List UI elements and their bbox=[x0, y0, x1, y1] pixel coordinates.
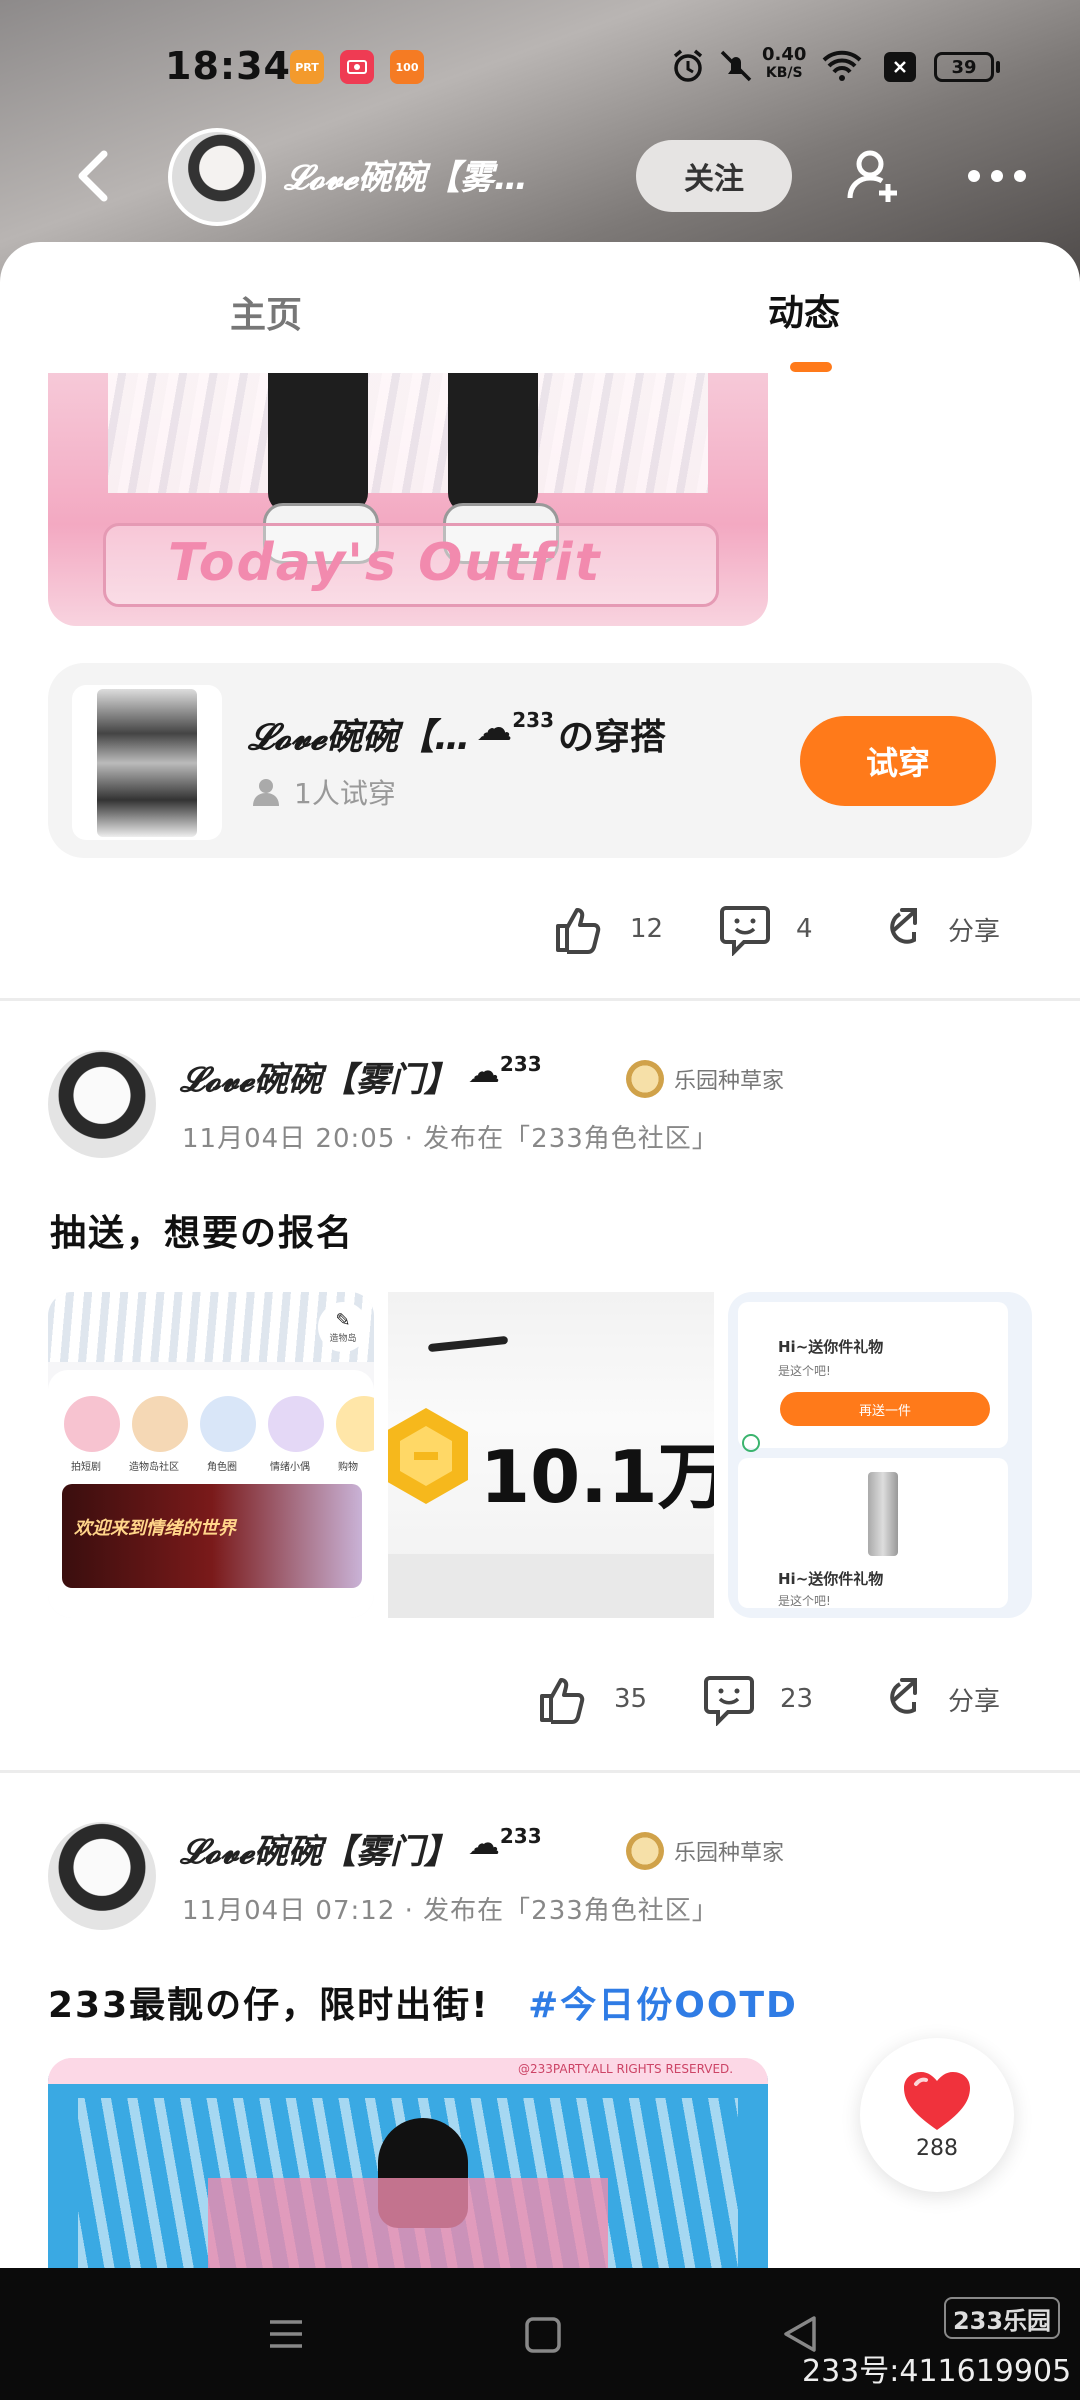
post2-meta: 11月04日 20:05 · 发布在「233角色社区」 bbox=[182, 1124, 719, 1154]
video-app-icon bbox=[340, 50, 374, 84]
tab-home[interactable]: 主页 bbox=[230, 286, 302, 338]
post1-like-button[interactable]: 12 bbox=[552, 902, 663, 956]
post2-author[interactable]: 𝓛𝓸𝓿𝓮碗碗【雾门】 ☁ 233 bbox=[180, 1052, 542, 1101]
tab-moments[interactable]: 动态 bbox=[768, 284, 840, 336]
watermark-logo: 233乐园 bbox=[944, 2297, 1060, 2339]
floating-heart-button[interactable]: 288 bbox=[860, 2038, 1014, 2192]
game-app-icon: 100 bbox=[390, 50, 424, 84]
person-icon bbox=[253, 779, 279, 806]
tryon-button[interactable]: 试穿 bbox=[800, 716, 996, 806]
comment-smile-icon bbox=[720, 906, 770, 956]
watermark-id: 233号:411619905 bbox=[802, 2354, 1072, 2389]
post2-image-1[interactable]: ✎ 造物岛 拍短剧 造物岛社区 角色圈 情绪小偶 购物 欢迎来到情绪的世界 bbox=[48, 1292, 374, 1618]
outfit-tryon-count: 1人试穿 bbox=[250, 772, 396, 812]
thumbs-up-icon bbox=[540, 1678, 585, 1724]
post1-comment-button[interactable]: 4 bbox=[718, 902, 813, 956]
post2-image-3[interactable]: Hi~送你件礼物 是这个吧! 再送一件 Hi~送你件礼物 是这个吧! bbox=[728, 1292, 1032, 1618]
header-avatar[interactable] bbox=[168, 128, 266, 226]
post3-text: 233最靓の仔，限时出街! #今日份OOTD bbox=[48, 1985, 798, 2026]
island-corner-badge: ✎ 造物岛 bbox=[318, 1302, 368, 1352]
post2-avatar[interactable] bbox=[48, 1050, 156, 1158]
post2-level: 233 bbox=[499, 1052, 542, 1076]
post-divider bbox=[0, 1770, 1080, 1773]
post2-username: 𝓛𝓸𝓿𝓮碗碗【雾门】 bbox=[180, 1060, 458, 1100]
island-banner: 欢迎来到情绪的世界 bbox=[62, 1484, 362, 1588]
post1-share-button[interactable]: 分享 bbox=[870, 902, 1000, 956]
post3-author[interactable]: 𝓛𝓸𝓿𝓮碗碗【雾门】 ☁ 233 bbox=[180, 1824, 542, 1873]
heart-count: 288 bbox=[916, 2135, 958, 2161]
battery-tip bbox=[996, 61, 1000, 73]
status-time: 18:34 bbox=[165, 44, 291, 88]
add-friend-icon[interactable] bbox=[846, 146, 906, 206]
thumbs-up-icon bbox=[556, 908, 601, 954]
more-options-icon[interactable] bbox=[966, 164, 1028, 188]
follow-button[interactable]: 关注 bbox=[636, 140, 792, 212]
status-bar: 18:34 PRT 100 0.40 KB/S 39 bbox=[0, 0, 1080, 130]
app-notification-icon: PRT bbox=[290, 50, 324, 84]
header-username: 𝓛𝓸𝓿𝓮碗碗【雾… bbox=[284, 158, 528, 198]
back-arrow-icon[interactable] bbox=[74, 148, 114, 204]
comment-smile-icon bbox=[704, 1676, 754, 1726]
network-speed: 0.40 KB/S bbox=[762, 44, 807, 82]
alarm-icon bbox=[673, 49, 703, 82]
post2-image-2[interactable]: 10.1万 bbox=[388, 1292, 714, 1618]
mute-icon bbox=[720, 50, 752, 82]
island-circle-labels: 拍短剧 造物岛社区 角色圈 情绪小偶 购物 bbox=[71, 1462, 358, 1473]
post3-level: 233 bbox=[499, 1824, 542, 1848]
post2-text: 抽送，想要の报名 bbox=[50, 1213, 355, 1254]
post2-like-button[interactable]: 35 bbox=[536, 1672, 647, 1726]
share-icon bbox=[890, 1678, 917, 1714]
wifi-icon bbox=[822, 50, 862, 81]
post3-badge: 乐园种草家 bbox=[626, 1832, 784, 1870]
badge-icon bbox=[626, 1832, 664, 1870]
outfit-card-title: 𝓛𝓸𝓿𝓮碗碗【… ☁ 233 の穿搭 bbox=[248, 708, 666, 758]
outfit-card-thumbnail bbox=[72, 685, 222, 840]
home-nav-icon[interactable] bbox=[524, 2316, 562, 2354]
heart-icon bbox=[904, 2071, 970, 2130]
post3-avatar[interactable] bbox=[48, 1822, 156, 1930]
post1-outfit-image[interactable]: Today's Outfit bbox=[48, 373, 768, 626]
post3-meta: 11月04日 07:12 · 发布在「233角色社区」 bbox=[182, 1896, 719, 1926]
post-divider bbox=[0, 998, 1080, 1001]
post2-badge: 乐园种草家 bbox=[626, 1060, 784, 1098]
post1-image-caption: Today's Outfit bbox=[168, 533, 602, 593]
coin-amount: 10.1万 bbox=[480, 1435, 714, 1519]
sim-icon bbox=[884, 52, 916, 82]
menu-nav-icon[interactable] bbox=[266, 2314, 306, 2354]
coin-icon bbox=[388, 1408, 468, 1504]
battery-indicator: 39 bbox=[934, 52, 994, 82]
post3-username: 𝓛𝓸𝓿𝓮碗碗【雾门】 bbox=[180, 1832, 458, 1872]
share-icon bbox=[890, 908, 917, 944]
active-tab-indicator bbox=[790, 362, 832, 372]
post2-share-button[interactable]: 分享 bbox=[870, 1672, 1000, 1726]
badge-icon bbox=[626, 1060, 664, 1098]
post3-hashtag[interactable]: #今日份OOTD bbox=[528, 1985, 798, 2026]
post2-comment-button[interactable]: 23 bbox=[702, 1672, 813, 1726]
post3-outfit-image[interactable]: @233PARTY.ALL RIGHTS RESERVED. bbox=[48, 2058, 768, 2268]
